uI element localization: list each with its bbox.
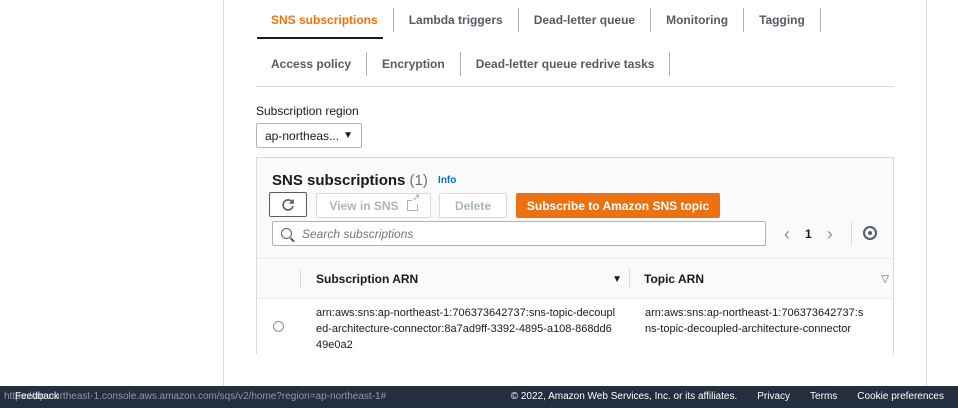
next-page-icon[interactable]: › xyxy=(820,224,840,245)
card-title: SNS subscriptions (1) Info xyxy=(272,172,456,189)
search-icon xyxy=(281,228,292,239)
current-page[interactable]: 1 xyxy=(805,227,812,241)
column-divider xyxy=(629,269,630,289)
copyright-text: © 2022, Amazon Web Services, Inc. or its… xyxy=(510,391,738,402)
column-header-subscription-arn[interactable]: Subscription ARN ▼ xyxy=(316,259,630,299)
region-select[interactable]: ap-northeas... ▼ xyxy=(256,123,362,148)
queue-details-panel: SNS subscriptions Lambda triggers Dead-l… xyxy=(224,0,926,386)
tabs-divider xyxy=(256,86,894,87)
tab-sns-subscriptions[interactable]: SNS subscriptions xyxy=(256,8,394,32)
region-select-value: ap-northeas... xyxy=(265,128,340,143)
tabs-row-2: Access policy Encryption Dead-letter que… xyxy=(256,44,671,84)
subscriptions-table: Subscription ARN ▼ Topic ARN ▽ arn:aws:s… xyxy=(257,258,893,354)
tabs-row-1: SNS subscriptions Lambda triggers Dead-l… xyxy=(256,0,821,40)
column-header-label: Topic ARN xyxy=(644,272,704,286)
column-header-label: Subscription ARN xyxy=(316,272,419,286)
sort-descending-icon: ▼ xyxy=(612,273,622,285)
delete-button[interactable]: Delete xyxy=(439,193,507,218)
region-label: Subscription region xyxy=(256,104,359,118)
pagination: ‹ 1 › xyxy=(777,223,840,245)
pager-divider xyxy=(851,221,852,246)
sns-subscriptions-card: SNS subscriptions (1) Info View in SNS D… xyxy=(256,157,894,354)
tab-encryption[interactable]: Encryption xyxy=(367,52,461,76)
status-bar-url: https://ap-northeast-1.console.aws.amazo… xyxy=(4,391,387,402)
refresh-icon xyxy=(282,198,294,211)
previous-page-icon[interactable]: ‹ xyxy=(777,224,797,245)
external-link-icon xyxy=(406,194,421,211)
subscribe-to-sns-topic-button[interactable]: Subscribe to Amazon SNS topic xyxy=(516,193,720,218)
left-pane xyxy=(0,0,224,386)
search-input[interactable] xyxy=(302,226,742,241)
main-content: SNS subscriptions Lambda triggers Dead-l… xyxy=(224,0,926,386)
card-title-text: SNS subscriptions xyxy=(272,172,406,189)
subscription-arn-cell: arn:aws:sns:ap-northeast-1:706373642737:… xyxy=(316,307,616,351)
caret-down-icon: ▼ xyxy=(343,130,353,141)
table-header: Subscription ARN ▼ Topic ARN ▽ xyxy=(257,259,893,299)
view-in-sns-label: View in SNS xyxy=(329,198,399,213)
footer: https://ap-northeast-1.console.aws.amazo… xyxy=(0,386,958,408)
active-tab-underline xyxy=(257,37,383,39)
tab-dead-letter-queue[interactable]: Dead-letter queue xyxy=(519,8,652,32)
tab-lambda-triggers[interactable]: Lambda triggers xyxy=(394,8,519,32)
topic-arn-cell: arn:aws:sns:ap-northeast-1:706373642737:… xyxy=(645,307,864,335)
right-gutter xyxy=(926,0,958,386)
column-divider xyxy=(300,269,301,289)
sort-icon: ▽ xyxy=(881,273,889,285)
terms-link[interactable]: Terms xyxy=(810,391,837,402)
gear-icon[interactable] xyxy=(863,226,877,240)
privacy-link[interactable]: Privacy xyxy=(757,391,790,402)
refresh-button[interactable] xyxy=(269,192,307,217)
column-header-topic-arn[interactable]: Topic ARN ▽ xyxy=(644,259,889,299)
footer-links: © 2022, Amazon Web Services, Inc. or its… xyxy=(511,391,944,402)
tab-monitoring[interactable]: Monitoring xyxy=(651,8,745,32)
cookie-preferences-link[interactable]: Cookie preferences xyxy=(857,391,944,402)
search-box[interactable] xyxy=(272,221,766,246)
info-link[interactable]: Info xyxy=(438,175,456,186)
tab-dlq-redrive-tasks[interactable]: Dead-letter queue redrive tasks xyxy=(461,52,671,76)
tab-tagging[interactable]: Tagging xyxy=(744,8,821,32)
view-in-sns-button[interactable]: View in SNS xyxy=(316,193,431,218)
tab-access-policy[interactable]: Access policy xyxy=(256,52,368,76)
row-select-radio[interactable] xyxy=(273,321,284,332)
table-row[interactable]: arn:aws:sns:ap-northeast-1:706373642737:… xyxy=(257,299,893,355)
subscription-count: (1) xyxy=(409,172,428,189)
feedback-link[interactable]: Feedback xyxy=(15,391,59,402)
